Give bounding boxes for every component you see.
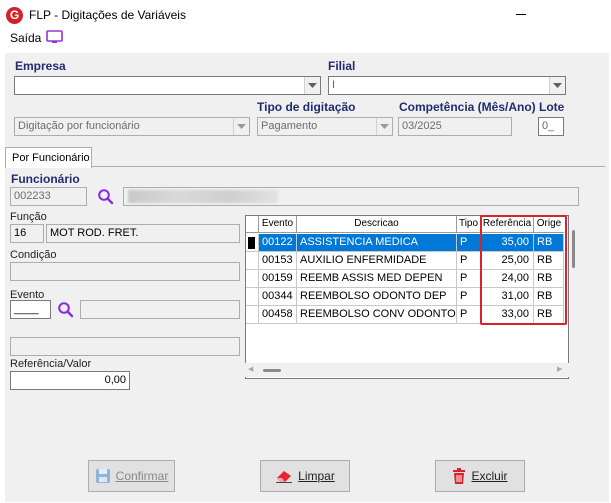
funcionario-label: Funcionário (11, 172, 80, 186)
save-icon (95, 469, 110, 483)
cell-tipo[interactable]: P (457, 270, 481, 288)
cell-descricao[interactable]: REEMB ASSIS MED DEPEN (297, 270, 457, 288)
cell-evento[interactable]: 00458 (259, 306, 297, 324)
tipo-digitacao-dropdown-icon[interactable] (376, 118, 392, 135)
excluir-button[interactable]: Excluir (435, 460, 525, 492)
tipo-digitacao-value: Pagamento (261, 120, 318, 132)
evento-description-input[interactable] (80, 300, 240, 319)
row-pointer-icon (248, 237, 255, 249)
scroll-right-icon[interactable]: ▶ (557, 365, 562, 373)
excluir-label: Excluir (471, 469, 508, 483)
funcao-label: Função (10, 211, 47, 223)
limpar-label: Limpar (298, 469, 335, 483)
referencia-valor-label: Referência/Valor (10, 358, 92, 370)
trash-icon (453, 468, 466, 484)
cell-descricao[interactable]: ASSISTENCIA MEDICA (297, 234, 457, 252)
digitacao-mode-combo[interactable]: Digitação por funcionário (14, 117, 250, 136)
grid-header-tipo[interactable]: Tipo (457, 216, 481, 233)
funcionario-name-redacted (128, 190, 278, 203)
empresa-dropdown-icon[interactable] (304, 77, 320, 94)
cell-descricao[interactable]: REEMBOLSO ODONTO DEP (297, 288, 457, 306)
cell-evento[interactable]: 00153 (259, 252, 297, 270)
filial-combo[interactable]: I (328, 76, 566, 95)
grid-horizontal-scrollbar[interactable]: ◀ ▶ (245, 363, 569, 377)
row-marker (246, 270, 259, 288)
condicao-label: Condição (10, 249, 57, 261)
lote-input[interactable]: 0_ (538, 117, 564, 136)
filial-dropdown-icon[interactable] (549, 77, 565, 94)
cell-tipo[interactable]: P (457, 306, 481, 324)
cell-tipo[interactable]: P (457, 234, 481, 252)
evento-search-icon[interactable] (57, 301, 74, 318)
row-marker (246, 306, 259, 324)
competencia-label: Competência (Mês/Ano) (399, 100, 536, 114)
confirmar-label: Confirmar (115, 469, 169, 483)
grid-header-descricao[interactable]: Descricao (297, 216, 457, 233)
menu-item-saida[interactable]: Saída (10, 31, 41, 45)
grid-header-evento[interactable]: Evento (259, 216, 297, 233)
cell-tipo[interactable]: P (457, 288, 481, 306)
grid-vertical-scroll-thumb[interactable] (572, 230, 575, 268)
digitacao-mode-dropdown-icon[interactable] (233, 118, 249, 135)
window-title: FLP - Digitações de Variáveis (29, 8, 186, 22)
eraser-icon (276, 471, 293, 483)
cell-evento[interactable]: 00122 (259, 234, 297, 252)
tipo-digitacao-combo[interactable]: Pagamento (257, 117, 393, 136)
grid-header-marker (246, 216, 259, 233)
row-marker (246, 288, 259, 306)
cell-descricao[interactable]: REEMBOLSO CONV ODONTO (297, 306, 457, 324)
empresa-combo[interactable] (14, 76, 321, 95)
minimize-button[interactable] (516, 14, 526, 15)
row-marker (246, 252, 259, 270)
funcao-description-input[interactable]: MOT ROD. FRET. (46, 224, 240, 243)
funcao-code-input[interactable]: 16 (10, 224, 44, 243)
app-logo-icon: G (6, 7, 23, 24)
condicao-input[interactable] (10, 262, 240, 281)
competencia-input[interactable]: 03/2025 (398, 117, 512, 136)
scroll-left-icon[interactable]: ◀ (248, 365, 253, 373)
filial-value: I (332, 79, 336, 91)
cell-descricao[interactable]: AUXILIO ENFERMIDADE (297, 252, 457, 270)
funcionario-search-icon[interactable] (97, 188, 114, 205)
extra-input[interactable] (10, 337, 240, 356)
funcionario-code-input[interactable]: 002233 (10, 187, 87, 206)
grid-horizontal-scroll-thumb[interactable] (263, 369, 281, 372)
funcionario-name-input[interactable] (123, 187, 579, 206)
evento-code-input[interactable]: ____ (10, 300, 51, 319)
grid-vertical-scrollbar[interactable] (571, 215, 577, 295)
limpar-button[interactable]: Limpar (260, 460, 350, 492)
cell-evento[interactable]: 00159 (259, 270, 297, 288)
digitacao-mode-value: Digitação por funcionário (18, 120, 140, 132)
empresa-label: Empresa (15, 59, 66, 73)
row-marker (246, 234, 259, 252)
confirmar-button[interactable]: Confirmar (88, 460, 175, 492)
lote-label: Lote (539, 100, 565, 114)
filial-label: Filial (328, 59, 356, 73)
highlight-annotation (480, 215, 567, 325)
referencia-valor-input[interactable]: 0,00 (10, 371, 130, 390)
tab-por-funcionario[interactable]: Por Funcionário (5, 147, 92, 168)
cell-tipo[interactable]: P (457, 252, 481, 270)
tipo-digitacao-label: Tipo de digitação (257, 100, 356, 114)
cell-evento[interactable]: 00344 (259, 288, 297, 306)
title-bar: G FLP - Digitações de Variáveis (0, 0, 611, 30)
monitor-icon[interactable] (46, 30, 64, 44)
